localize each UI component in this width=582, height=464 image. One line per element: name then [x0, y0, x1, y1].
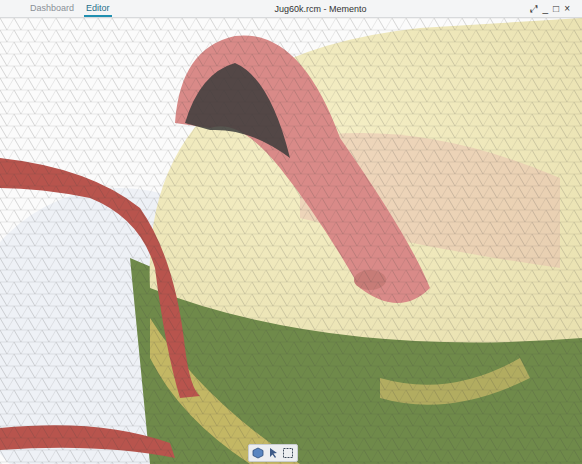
- tab[interactable]: Dashboard: [28, 1, 76, 17]
- view-toolbar: [248, 444, 298, 462]
- window-control-button[interactable]: _: [543, 2, 549, 16]
- window-title: Jug60k.rcm - Memento: [275, 1, 367, 17]
- tab[interactable]: Editor: [84, 1, 112, 17]
- window-controls: ⤢ _ □ ×: [530, 2, 574, 16]
- title-area: Jug60k.rcm - Memento: [112, 1, 530, 17]
- mesh-view-icon: [0, 18, 582, 464]
- window-control-button[interactable]: ⤢: [530, 2, 538, 16]
- window-control-button[interactable]: ×: [564, 2, 570, 16]
- title-bar: Dashboard Editor Jug60k.rcm - Memento ⤢ _ □…: [0, 0, 582, 18]
- cube-icon[interactable]: [252, 447, 264, 459]
- frame-icon[interactable]: [282, 447, 294, 459]
- app-window: Dashboard Editor Jug60k.rcm - Memento ⤢ _ □…: [0, 0, 582, 464]
- window-control-button[interactable]: □: [553, 2, 559, 16]
- select-icon[interactable]: [267, 447, 279, 459]
- tab-bar: Dashboard Editor: [8, 1, 112, 17]
- viewport[interactable]: [0, 18, 582, 464]
